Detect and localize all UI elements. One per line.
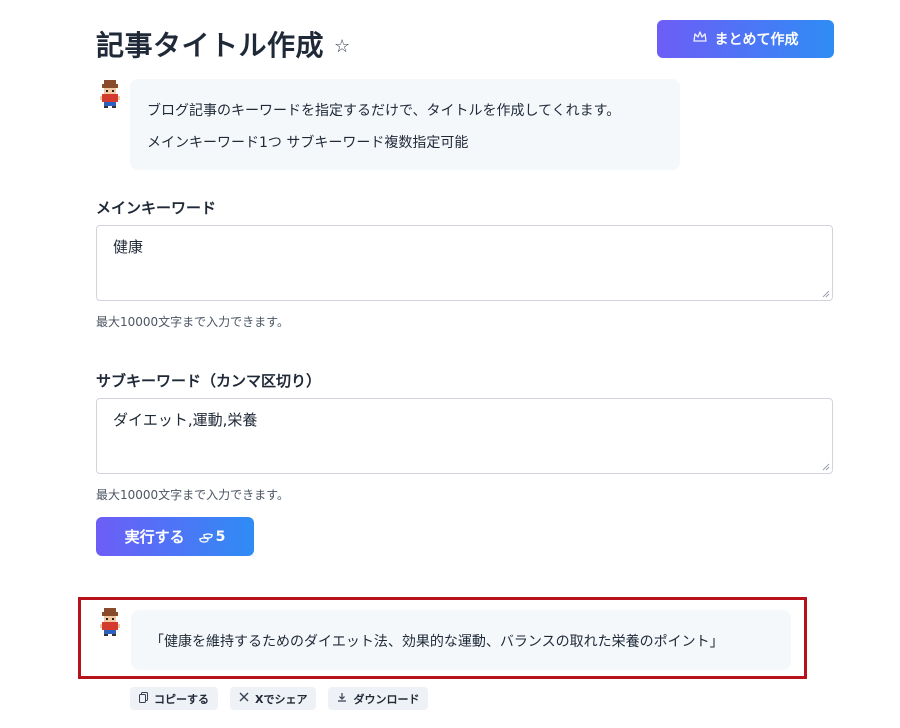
coins-icon (199, 532, 213, 543)
copy-label: コピーする (154, 692, 209, 706)
bulk-create-label: まとめて作成 (714, 32, 799, 48)
copy-button[interactable]: コピーする (130, 687, 218, 710)
bulk-create-button[interactable]: まとめて作成 (657, 20, 834, 58)
main-keyword-input[interactable]: 健康 (96, 225, 833, 301)
star-outline-icon[interactable]: ☆ (334, 36, 351, 57)
run-button[interactable]: 実行する 5 (96, 517, 254, 556)
download-button[interactable]: ダウンロード (328, 687, 429, 710)
avatar (96, 608, 124, 636)
run-cost: 5 (199, 528, 226, 545)
x-logo-icon (239, 692, 249, 705)
result-text: 「健康を維持するためのダイエット法、効果的な運動、バランスの取れた栄養のポイント… (150, 634, 724, 650)
download-label: ダウンロード (353, 692, 420, 706)
sub-keyword-value: ダイエット,運動,栄養 (113, 411, 258, 429)
crown-icon (692, 31, 707, 47)
page-title: 記事タイトル作成 ☆ (96, 24, 351, 64)
main-keyword-hint: 最大10000文字まで入力できます。 (96, 315, 289, 329)
resize-handle-icon[interactable] (822, 463, 830, 471)
result-actions: コピーする Xでシェア ダウンロード (130, 687, 429, 710)
sub-keyword-hint: 最大10000文字まで入力できます。 (96, 488, 289, 502)
intro-line-2: メインキーワード1つ サブキーワード複数指定可能 (147, 135, 469, 151)
page-title-text: 記事タイトル作成 (96, 29, 325, 62)
intro-line-1: ブログ記事のキーワードを指定するだけで、タイトルを作成してくれます。 (147, 103, 621, 119)
intro-message: ブログ記事のキーワードを指定するだけで、タイトルを作成してくれます。 メインキー… (130, 79, 680, 170)
sub-keyword-label: サブキーワード（カンマ区切り） (96, 372, 322, 390)
sub-keyword-input[interactable]: ダイエット,運動,栄養 (96, 398, 833, 474)
copy-icon (139, 691, 148, 706)
main-keyword-value: 健康 (113, 238, 144, 256)
main-keyword-label: メインキーワード (96, 199, 217, 217)
share-x-button[interactable]: Xでシェア (230, 687, 317, 710)
share-x-label: Xでシェア (255, 692, 308, 706)
download-icon (337, 692, 347, 705)
result-message: 「健康を維持するためのダイエット法、効果的な運動、バランスの取れた栄養のポイント… (131, 610, 791, 670)
avatar (96, 80, 124, 108)
run-cost-value: 5 (215, 528, 226, 545)
resize-handle-icon[interactable] (822, 290, 830, 298)
run-button-label: 実行する (124, 528, 185, 546)
